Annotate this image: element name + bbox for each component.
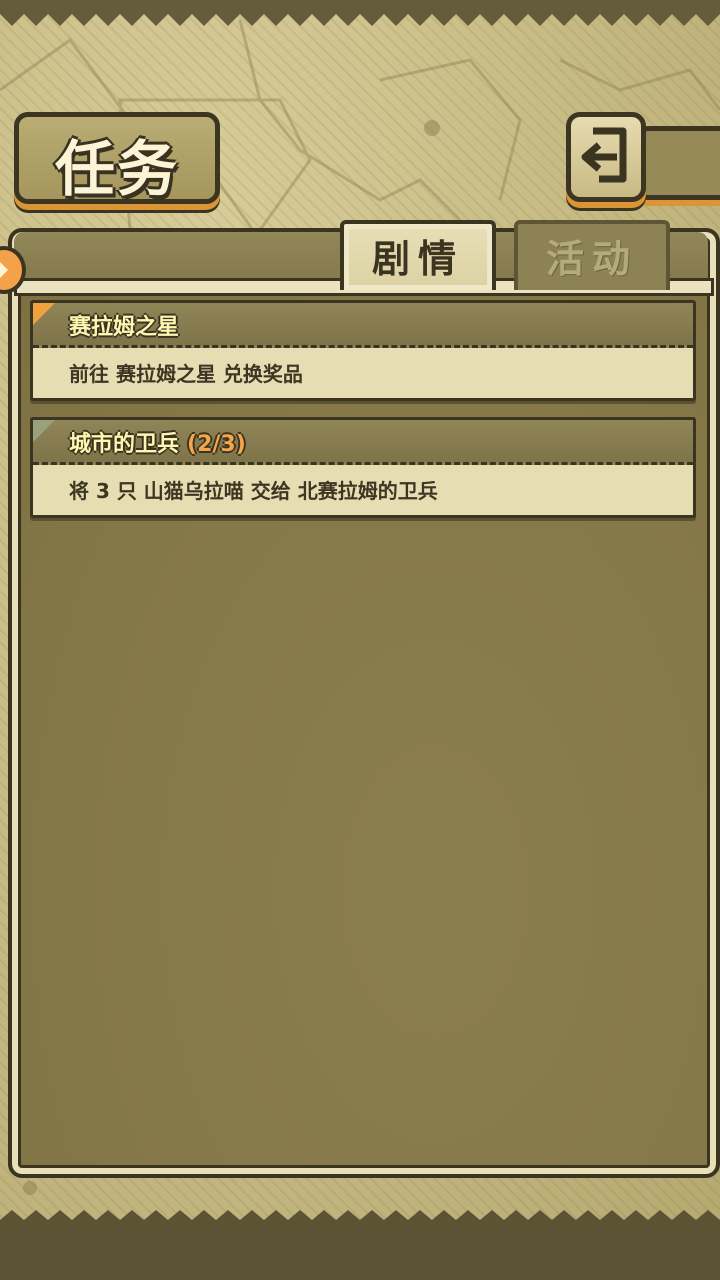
title-plate: 任务	[14, 112, 220, 205]
back-button-bar	[638, 126, 720, 200]
quest-list: 赛拉姆之星 前往 赛拉姆之星 兑换奖品 城市的卫兵 (2/3) 将 3 只 山猫乌…	[30, 300, 696, 534]
quest-description: 将 3 只 山猫乌拉喵 交给 北赛拉姆的卫兵	[69, 479, 438, 503]
zigzag-top-border	[0, 0, 720, 26]
back-button[interactable]	[566, 112, 646, 202]
quest-title-text: 城市的卫兵	[69, 432, 180, 457]
quest-title: 城市的卫兵 (2/3)	[69, 426, 246, 458]
quest-header: 赛拉姆之星	[33, 303, 693, 348]
quest-description: 前往 赛拉姆之星 兑换奖品	[69, 362, 303, 386]
quest-flag-icon	[33, 303, 55, 325]
page-title: 任务	[55, 135, 179, 205]
quest-flag-icon	[33, 420, 55, 442]
quest-progress: (2/3)	[187, 432, 246, 457]
quest-item[interactable]: 城市的卫兵 (2/3) 将 3 只 山猫乌拉喵 交给 北赛拉姆的卫兵	[30, 417, 696, 518]
quest-screen: 任务 剧情 活动 赛拉姆之星 前往 赛拉姆之星 兑换奖品 城市的卫兵 (2/3)…	[0, 0, 720, 1280]
quest-title: 赛拉姆之星	[69, 309, 179, 341]
tab-event[interactable]: 活动	[514, 220, 670, 290]
quest-item[interactable]: 赛拉姆之星 前往 赛拉姆之星 兑换奖品	[30, 300, 696, 401]
back-arrow-icon	[581, 127, 627, 183]
quest-header: 城市的卫兵 (2/3)	[33, 420, 693, 465]
quest-title-text: 赛拉姆之星	[69, 315, 180, 340]
zigzag-bottom-border	[0, 1210, 720, 1280]
tab-story[interactable]: 剧情	[340, 220, 496, 290]
